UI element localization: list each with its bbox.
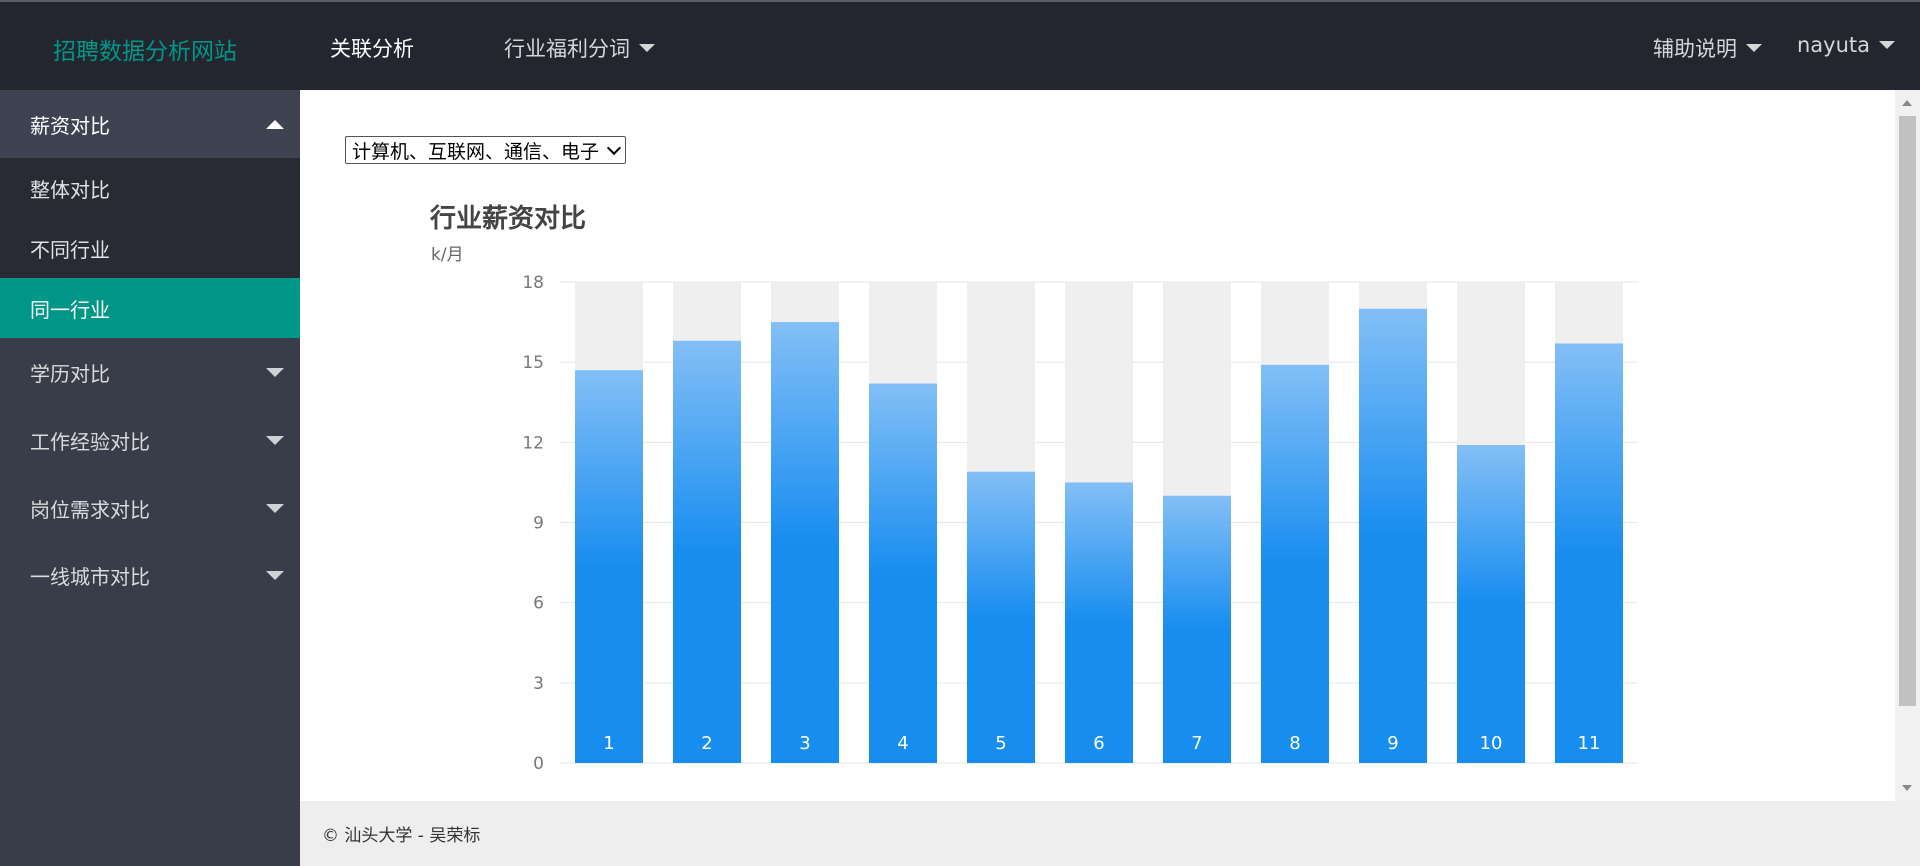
- chevron-down-icon: [266, 367, 284, 377]
- bar[interactable]: [967, 471, 1035, 763]
- bar-label: 4: [897, 733, 908, 754]
- sidebar-group-label: 工作经验对比: [30, 429, 150, 454]
- bar-label: 8: [1289, 733, 1300, 754]
- sidebar-item-label: 不同行业: [30, 237, 110, 262]
- sidebar-item-label: 同一行业: [30, 297, 110, 322]
- chevron-down-icon: [1879, 41, 1896, 49]
- bar-label: 1: [603, 733, 614, 754]
- site-logo[interactable]: 招聘数据分析网站: [53, 32, 237, 66]
- nav-help-label: 辅助说明: [1653, 37, 1737, 61]
- bar[interactable]: [1359, 308, 1427, 763]
- y-tick-label: 0: [533, 754, 544, 774]
- sidebar-group-education[interactable]: 学历对比: [0, 338, 300, 406]
- sidebar-group-label: 岗位需求对比: [30, 497, 150, 522]
- y-tick-label: 3: [533, 674, 544, 694]
- sidebar-group-tier1-cities[interactable]: 一线城市对比: [0, 541, 300, 609]
- chevron-up-icon: [266, 119, 284, 129]
- nav-association-analysis[interactable]: 关联分析: [330, 33, 414, 63]
- sidebar-group-label: 一线城市对比: [30, 564, 150, 589]
- nav-help[interactable]: 辅助说明: [1653, 33, 1762, 63]
- bar-label: 3: [799, 733, 810, 754]
- chevron-down-icon: [266, 503, 284, 513]
- bar[interactable]: [1261, 364, 1329, 763]
- nav-industry-benefits-label: 行业福利分词: [504, 37, 630, 61]
- sidebar-group-salary[interactable]: 薪资对比: [0, 90, 300, 158]
- y-tick-label: 9: [533, 514, 544, 534]
- bar[interactable]: [771, 322, 839, 763]
- bar-label: 10: [1480, 733, 1503, 754]
- salary-submenu: 整体对比 不同行业 同一行业: [0, 158, 300, 338]
- nav-industry-benefits[interactable]: 行业福利分词: [504, 33, 655, 63]
- user-menu[interactable]: nayuta: [1797, 33, 1896, 57]
- bar-label: 7: [1191, 733, 1202, 754]
- bar-label: 6: [1093, 733, 1104, 754]
- bar-label: 2: [701, 733, 712, 754]
- bar-label: 9: [1387, 733, 1398, 754]
- vertical-scrollbar[interactable]: [1895, 90, 1920, 801]
- bar[interactable]: [1163, 495, 1231, 763]
- sidebar-item-different-industries[interactable]: 不同行业: [0, 218, 300, 278]
- y-tick-label: 18: [522, 273, 544, 293]
- scroll-up-arrow-icon[interactable]: [1902, 100, 1912, 106]
- bar[interactable]: [1555, 343, 1623, 763]
- y-tick-label: 15: [522, 353, 544, 373]
- bar[interactable]: [575, 370, 643, 763]
- sidebar-group-job-demand[interactable]: 岗位需求对比: [0, 474, 300, 542]
- footer-copyright: © 汕头大学 - 吴荣标: [322, 826, 481, 846]
- chevron-down-icon: [266, 435, 284, 445]
- bar-label: 11: [1578, 733, 1601, 754]
- chevron-down-icon: [639, 44, 655, 52]
- main-content: 计算机、互联网、通信、电子 行业薪资对比 k/月 1 2 3 4 5 6 7 8 9 10 11 0…: [300, 90, 1895, 801]
- scrollbar-thumb[interactable]: [1899, 116, 1916, 706]
- sidebar-item-same-industry[interactable]: 同一行业: [0, 278, 300, 338]
- bar[interactable]: [673, 340, 741, 763]
- y-tick-label: 6: [533, 594, 544, 614]
- sidebar-item-overall[interactable]: 整体对比: [0, 158, 300, 218]
- bar[interactable]: [1065, 482, 1133, 763]
- chevron-down-icon: [266, 570, 284, 580]
- y-tick-label: 12: [522, 433, 544, 453]
- top-navbar: 招聘数据分析网站 关联分析 行业福利分词 辅助说明 nayuta: [0, 0, 1920, 90]
- sidebar-group-label: 薪资对比: [30, 113, 110, 138]
- scroll-down-arrow-icon[interactable]: [1902, 785, 1912, 791]
- bar[interactable]: [869, 383, 937, 763]
- sidebar-group-experience[interactable]: 工作经验对比: [0, 406, 300, 474]
- nav-association-analysis-label: 关联分析: [330, 37, 414, 61]
- sidebar-group-label: 学历对比: [30, 361, 110, 386]
- sidebar-item-label: 整体对比: [30, 177, 110, 202]
- chevron-down-icon: [1746, 44, 1762, 52]
- salary-bar-chart: 1 2 3 4 5 6 7 8 9 10 11 0369121518: [522, 273, 1638, 774]
- sidebar: 薪资对比 整体对比 不同行业 同一行业 学历对比 工作经验对比 岗位需求对比 一…: [0, 90, 300, 866]
- bar-label: 5: [995, 733, 1006, 754]
- bar[interactable]: [1457, 445, 1525, 763]
- footer: © 汕头大学 - 吴荣标: [300, 801, 1920, 866]
- user-name: nayuta: [1797, 33, 1871, 57]
